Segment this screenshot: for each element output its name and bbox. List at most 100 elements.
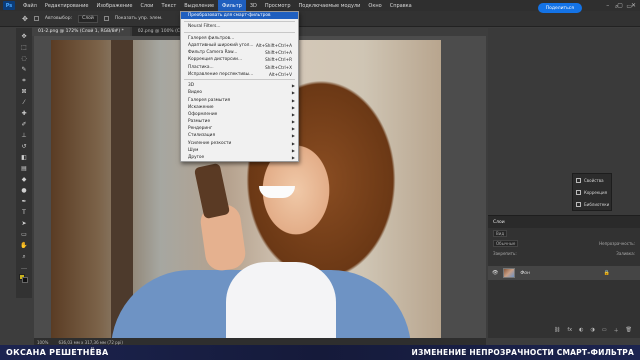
menu-item-pixelate[interactable]: Оформление ▶: [181, 111, 298, 118]
more-tools-icon[interactable]: …: [19, 263, 29, 272]
lasso-icon[interactable]: ◌: [19, 54, 29, 63]
workspace-icon[interactable]: ▭: [626, 3, 632, 11]
menu-item-camera-raw[interactable]: Фильтр Camera Raw... Shift+Ctrl+A: [181, 49, 298, 56]
adjustments-panel-button[interactable]: Коррекция: [573, 186, 611, 198]
autoselect-checkbox[interactable]: [33, 16, 39, 21]
submenu-arrow-icon: ▶: [291, 140, 295, 146]
crop-icon[interactable]: ⌗: [19, 76, 29, 85]
history-brush-icon[interactable]: ↺: [19, 142, 29, 151]
stamp-icon[interactable]: ⊥: [19, 131, 29, 140]
show-controls-label: Показать упр. элем.: [114, 16, 163, 21]
layers-filter-dropdown[interactable]: Вид: [493, 229, 508, 237]
menu-item-convert-smart-filters[interactable]: Преобразовать для смарт-фильтров: [181, 12, 298, 20]
lock-label: Закрепить:: [493, 250, 517, 256]
menu-item-adaptive-wide-angle[interactable]: Адаптивный широкий угол... Alt+Shift+Ctrl…: [181, 42, 298, 49]
libraries-panel-button[interactable]: Библиотеки: [573, 198, 611, 210]
submenu-arrow-icon: ▶: [291, 83, 295, 89]
share-button[interactable]: Поделиться: [537, 3, 582, 13]
submenu-arrow-icon: ▶: [291, 126, 295, 132]
marquee-icon[interactable]: ⬚: [19, 43, 29, 52]
menu-item-distort[interactable]: Искажение ▶: [181, 104, 298, 111]
mask-icon[interactable]: ◐: [579, 327, 583, 336]
frame-icon[interactable]: ⊠: [19, 87, 29, 96]
trash-icon[interactable]: 🗑: [626, 327, 632, 336]
quick-select-icon[interactable]: ✎: [19, 65, 29, 74]
menu-window[interactable]: Окно: [364, 0, 385, 11]
menu-file[interactable]: Файл: [19, 0, 41, 11]
fx-icon[interactable]: fx: [567, 327, 572, 336]
search-icon[interactable]: ⌕: [615, 3, 618, 11]
shortcut-label: Alt+Ctrl+V: [268, 71, 292, 77]
menu-item-noise[interactable]: Шум ▶: [181, 147, 298, 154]
properties-panel-button[interactable]: Свойства: [573, 174, 611, 186]
menu-item-3d[interactable]: 3D ▶: [181, 82, 298, 89]
dodge-icon[interactable]: ●: [19, 186, 29, 195]
menu-type[interactable]: Текст: [157, 0, 180, 11]
background-color-swatch[interactable]: [22, 277, 28, 283]
eye-icon[interactable]: 👁: [492, 270, 498, 276]
group-icon[interactable]: ▭: [602, 327, 607, 336]
submenu-arrow-icon: ▶: [291, 111, 295, 117]
move-tool-icon[interactable]: ✥: [22, 15, 28, 23]
tab-document-1[interactable]: 01-2.png @ 172% (Слой 1, RGB/8#) *: [32, 27, 130, 36]
gradient-icon[interactable]: ▤: [19, 164, 29, 173]
menu-filter[interactable]: Фильтр: [218, 0, 246, 11]
menu-item-vanishing-point[interactable]: Исправление перспективы... Alt+Ctrl+V: [181, 71, 298, 78]
menu-item-neural-filters[interactable]: Neural Filters...: [181, 23, 298, 30]
submenu-arrow-icon: ▶: [291, 119, 295, 125]
menu-help[interactable]: Справка: [386, 0, 416, 11]
layers-lock-row: Закрепить: Заливка:: [488, 248, 640, 258]
menu-item-render[interactable]: Рендеринг ▶: [181, 125, 298, 132]
menu-item-lens-correction[interactable]: Коррекция дисторсии... Shift+Ctrl+R: [181, 56, 298, 63]
menu-item-liquify[interactable]: Пластика... Shift+Ctrl+X: [181, 64, 298, 71]
minimize-icon[interactable]: –: [606, 2, 609, 9]
path-select-icon[interactable]: ➤: [19, 219, 29, 228]
eyedropper-icon[interactable]: ⁄: [19, 98, 29, 107]
menu-layers[interactable]: Слои: [136, 0, 157, 11]
photo-smile: [259, 186, 295, 198]
shape-icon[interactable]: ▭: [19, 230, 29, 239]
blend-mode-dropdown[interactable]: Обычные: [493, 239, 519, 247]
menu-view[interactable]: Просмотр: [261, 0, 295, 11]
zoom-level[interactable]: 100%: [37, 340, 48, 345]
layer-row[interactable]: 👁 Фон 🔒: [488, 266, 640, 280]
layer-thumbnail: [503, 268, 516, 278]
submenu-arrow-icon: ▶: [291, 104, 295, 110]
menu-item-other[interactable]: Другое ▶: [181, 154, 298, 161]
menu-item-blur[interactable]: Размытие ▶: [181, 118, 298, 125]
brush-icon[interactable]: ✐: [19, 120, 29, 129]
move-icon[interactable]: ✥: [19, 32, 29, 41]
menu-item-filter-gallery[interactable]: Галерея фильтров...: [181, 35, 298, 42]
menu-item-sharpen[interactable]: Усиление резкости ▶: [181, 140, 298, 147]
autoselect-dropdown[interactable]: Слой: [78, 14, 98, 23]
layers-blend-row: Обычные Непрозрачность:: [488, 238, 640, 248]
menu-separator: [184, 32, 295, 34]
photo-phone: [193, 162, 231, 220]
menu-image[interactable]: Изображение: [92, 0, 136, 11]
menu-edit[interactable]: Редактирование: [41, 0, 93, 11]
layers-panel-title[interactable]: Слои: [488, 216, 640, 228]
hand-icon[interactable]: ✋: [19, 241, 29, 250]
menu-select[interactable]: Выделение: [180, 0, 218, 11]
layer-name[interactable]: Фон: [520, 271, 530, 276]
menu-plugins[interactable]: Подключаемые модули: [295, 0, 365, 11]
submenu-arrow-icon: ▶: [291, 155, 295, 161]
menu-item-stylize[interactable]: Стилизация ▶: [181, 132, 298, 139]
show-controls-checkbox[interactable]: [103, 16, 109, 21]
eraser-icon[interactable]: ◧: [19, 153, 29, 162]
shortcut-label: Shift+Ctrl+X: [265, 64, 292, 70]
healing-icon[interactable]: ✚: [19, 109, 29, 118]
zoom-icon[interactable]: ⌕: [19, 252, 29, 261]
pen-icon[interactable]: ✒: [19, 197, 29, 206]
menu-item-video[interactable]: Видео ▶: [181, 89, 298, 96]
type-icon[interactable]: T: [19, 208, 29, 217]
lock-icon: 🔒: [603, 270, 610, 276]
video-caption-bar: ОКСАНА РЕШЕТНЁВА ИЗМЕНЕНИЕ НЕПРОЗРАЧНОСТ…: [0, 345, 640, 360]
submenu-arrow-icon: ▶: [291, 97, 295, 103]
menu-3d[interactable]: 3D: [246, 0, 261, 11]
adjustment-layer-icon[interactable]: ◑: [591, 327, 595, 336]
link-icon[interactable]: ⛓: [554, 327, 560, 336]
new-layer-icon[interactable]: ＋: [614, 327, 619, 336]
menu-item-blur-gallery[interactable]: Галерея размытия ▶: [181, 96, 298, 103]
blur-icon[interactable]: ◆: [19, 175, 29, 184]
